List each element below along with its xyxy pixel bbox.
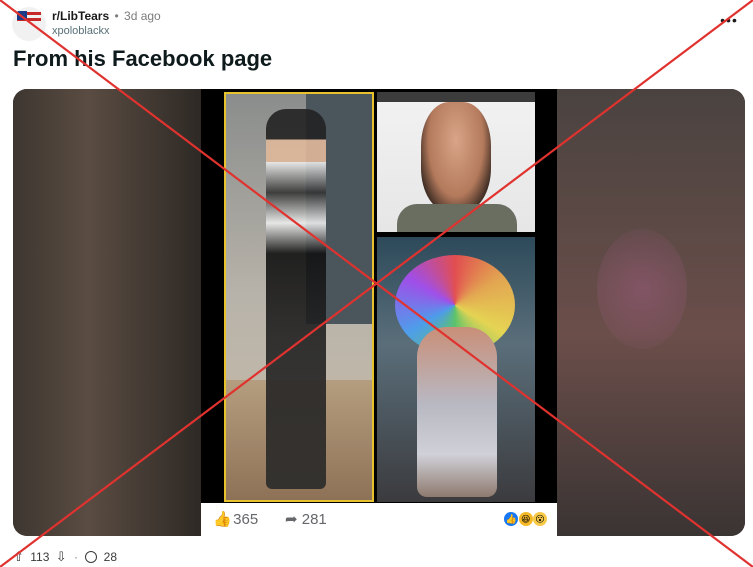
photo-figure — [266, 109, 326, 489]
comment-count[interactable]: 28 — [104, 550, 117, 564]
post-header: r/LibTears • 3d ago xpoloblackx ••• — [12, 6, 741, 42]
post-meta: r/LibTears • 3d ago — [52, 9, 161, 23]
photo-caption-bar — [377, 92, 535, 102]
post-title[interactable]: From his Facebook page — [13, 46, 272, 72]
blurred-background-left — [13, 89, 201, 536]
action-separator: · — [73, 550, 78, 564]
laugh-emoji-icon: 😆 — [518, 512, 533, 526]
facebook-reaction-bar: 👍 365 ➦ 281 👍 😆 😮 — [201, 503, 557, 536]
facebook-screenshot: 👍 365 ➦ 281 👍 😆 😮 — [201, 89, 557, 536]
share-count: 281 — [301, 511, 327, 528]
reaction-emojis: 👍 😆 😮 — [504, 511, 547, 526]
post-action-bar: ⇧ 113 ⇩ · 28 — [13, 549, 117, 567]
upvote-icon[interactable]: ⇧ — [13, 549, 24, 565]
like-reaction: 👍 365 — [213, 510, 258, 528]
vote-count: 113 — [30, 550, 50, 564]
share-reaction: ➦ 281 — [285, 510, 327, 528]
like-emoji-icon: 👍 — [504, 512, 519, 526]
flag-canton — [17, 11, 27, 20]
author-username[interactable]: xpoloblackx — [52, 25, 109, 37]
like-count: 365 — [233, 511, 259, 528]
photo-portrait — [421, 102, 491, 212]
downvote-icon[interactable]: ⇩ — [56, 549, 67, 565]
wow-emoji-icon: 😮 — [533, 512, 547, 526]
photo-costume — [417, 327, 497, 497]
post-image[interactable]: 👍 365 ➦ 281 👍 😆 😮 — [13, 89, 745, 536]
thumbs-up-icon: 👍 — [213, 511, 232, 528]
subreddit-avatar[interactable] — [12, 7, 46, 41]
photo-bottom-right-panel — [377, 237, 535, 502]
photo-top-right-panel — [377, 92, 535, 232]
meta-separator: • — [114, 9, 119, 23]
post-time: 3d ago — [124, 9, 161, 23]
photo-left-panel — [224, 92, 374, 502]
comment-icon[interactable] — [85, 551, 98, 563]
blurred-background-right — [557, 89, 745, 536]
photo-shirt — [397, 204, 517, 232]
more-options-button[interactable]: ••• — [717, 12, 741, 28]
share-arrow-icon: ➦ — [285, 511, 298, 528]
subreddit-name[interactable]: r/LibTears — [52, 9, 109, 23]
